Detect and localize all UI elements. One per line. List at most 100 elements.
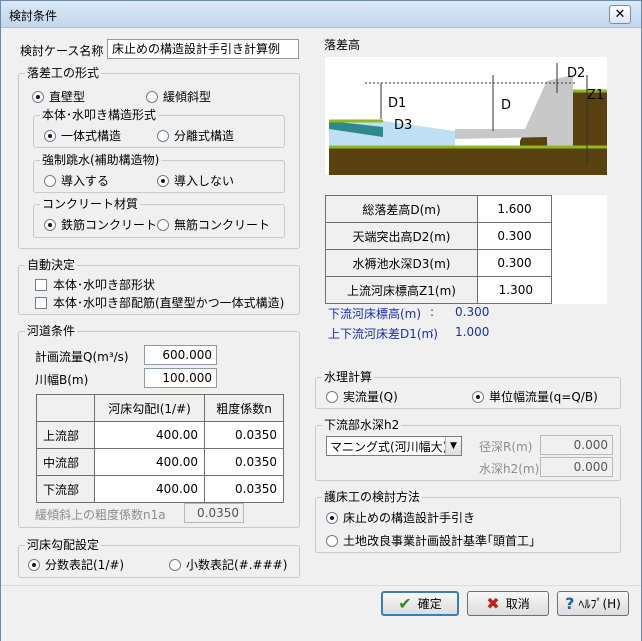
dialog-window: 検討条件 ✕ 検討ケース名称 床止めの構造設計手引き計算例 落差工の形式 直壁型… [0,0,642,641]
help-button[interactable]: ? ﾍﾙﾌﾟ(H) [557,591,629,616]
cancel-button-label: 取消 [505,597,530,611]
radio-label: 緩傾斜型 [163,90,212,104]
upstream-roughness-cell[interactable]: 0.0350 [204,421,284,449]
d3-label: D3 [394,118,412,133]
check-auto-shape[interactable]: 本体･水叩き部形状 [35,276,155,293]
river-bed-table: 河床勾配I(1/#) 粗度係数n 上流部 400.00 0.0350 中流部 4… [36,394,284,503]
width-input[interactable]: 100.000 [144,368,217,388]
protection-method-legend: 護床工の検討方法 [322,490,423,505]
radio-dot [28,558,40,571]
title-bar: 検討条件 ✕ [1,1,641,28]
radio-gentle-slope[interactable]: 緩傾斜型 [146,88,211,105]
radio-label: 直壁型 [49,90,86,104]
radio-dot [157,218,169,231]
radio-dot [472,390,484,403]
radio-dot [157,174,169,187]
radio-label: 導入しない [174,174,235,188]
downstream-bed-label: 下流河床標高(m) [328,307,422,321]
downstream-bed-value: 0.300 [455,305,490,319]
radio-actual-flow[interactable]: 実流量(Q) [326,388,398,405]
radio-label: 無筋コンクリート [174,218,271,232]
radius-input[interactable]: 0.000 [540,435,613,455]
downstream-bed-sep: : [430,305,435,319]
radio-fraction[interactable]: 分数表記(1/#) [28,556,124,573]
hydraulics-legend: 水理計算 [322,370,375,385]
width-label: 川幅B(m) [35,373,89,387]
protection-method-group: 護床工の検討方法 床止めの構造設計手引き 土地改良事業計画設計基準｢頭首工｣ [315,490,621,553]
chevron-down-icon[interactable]: ▼ [445,437,461,455]
check-icon: ✔ [398,594,412,613]
close-icon: ✖ [486,594,500,613]
radio-label: 鉄筋コンクリート [61,218,158,232]
case-name-label: 検討ケース名称 [20,44,104,58]
ok-button[interactable]: ✔ 確定 [381,591,459,616]
radio-jump-yes[interactable]: 導入する [44,172,109,189]
radio-jump-no[interactable]: 導入しない [157,172,234,189]
slope-roughness-input[interactable]: 0.0350 [184,503,244,523]
total-drop-label: 総落差高D(m) [325,195,478,223]
radio-reinforced[interactable]: 鉄筋コンクリート [44,216,157,233]
empty-cell [552,277,608,304]
midstream-roughness-cell[interactable]: 0.0350 [204,448,284,476]
check-auto-rebar[interactable]: 本体･水叩き部配筋(直壁型かつ一体式構造) [35,294,284,311]
checkbox [35,278,47,291]
radio-separated[interactable]: 分離式構造 [157,127,234,144]
radio-decimal[interactable]: 小数表記(#.###) [169,556,287,573]
downstream-slope-cell[interactable]: 400.00 [93,475,206,503]
crest-height-value[interactable]: 0.300 [477,222,552,250]
pool-depth-label: 水褥池水深D3(m) [325,249,478,277]
upstream-slope-cell[interactable]: 400.00 [93,421,206,449]
drop-form-group: 落差工の形式 直壁型 緩傾斜型 本体･水叩き構造形式 一体式構造 分離式構造 強… [18,66,300,249]
radio-integrated[interactable]: 一体式構造 [44,127,121,144]
radio-label: 分離式構造 [174,129,235,143]
radio-label: 実流量(Q) [343,390,398,404]
row-header-upstream: 上流部 [36,421,95,449]
weir-body [547,75,573,147]
radio-label: 単位幅流量(q=Q/B) [489,390,598,404]
window-title: 検討条件 [9,9,58,23]
drop-form-legend: 落差工の形式 [25,66,102,81]
radio-land-improvement[interactable]: 土地改良事業計画設計基準｢頭首工｣ [326,532,535,549]
d-label: D [501,98,511,113]
bed-diff-label: 上下流河床差D1(m) [328,327,438,341]
z1-label: Z1 [587,88,604,103]
upstream-soil [573,91,607,175]
radio-label: 一体式構造 [61,129,122,143]
river-conditions-legend: 河道条件 [25,324,78,339]
flow-label: 計画流量Q(m³/s) [35,350,129,364]
hydraulics-group: 水理計算 実流量(Q) 単位幅流量(q=Q/B) [315,370,621,409]
downstream-depth-legend: 下流部水深h2 [322,418,402,433]
cancel-button[interactable]: ✖ 取消 [467,591,549,616]
radio-vertical-wall[interactable]: 直壁型 [32,88,85,105]
radio-plain[interactable]: 無筋コンクリート [157,216,270,233]
drop-structure-diagram: D1 D3 D D2 Z1 [325,57,607,175]
depth-method-value: マニング式(河川幅大) [330,439,445,454]
downstream-roughness-cell[interactable]: 0.0350 [204,475,284,503]
depth-method-select[interactable]: マニング式(河川幅大) ▼ [326,436,462,456]
upstream-bed-value[interactable]: 1.300 [477,276,552,304]
empty-cell [551,195,607,223]
help-icon: ? [565,594,575,613]
midstream-slope-cell[interactable]: 400.00 [93,448,206,476]
table-row: 総落差高D(m) 1.600 [325,195,607,223]
case-name-input[interactable]: 床止めの構造設計手引き計算例 [107,39,299,59]
radio-dot [326,534,338,547]
radio-label: 土地改良事業計画設計基準｢頭首工｣ [343,534,536,548]
pool-depth-value[interactable]: 0.300 [477,249,552,277]
radio-dot [146,90,158,103]
d1-label: D1 [388,96,406,111]
radio-label: 分数表記(1/#) [45,558,125,572]
d2-label: D2 [567,66,585,81]
radio-unit-width-flow[interactable]: 単位幅流量(q=Q/B) [472,388,598,405]
gradient-setting-legend: 河床勾配設定 [25,538,102,553]
close-button[interactable]: ✕ [609,5,631,24]
table-row: 中流部 400.00 0.0350 [36,448,284,476]
depth-input[interactable]: 0.000 [540,457,613,477]
flow-input[interactable]: 600.000 [144,345,217,365]
checkbox-label: 本体･水叩き部形状 [53,278,156,292]
help-button-label: ﾍﾙﾌﾟ(H) [578,597,621,611]
total-drop-value[interactable]: 1.600 [477,195,552,223]
body-structure-legend: 本体･水叩き構造形式 [40,108,159,123]
auto-decide-legend: 自動決定 [25,258,78,273]
radio-guide-manual[interactable]: 床止めの構造設計手引き [326,509,475,526]
